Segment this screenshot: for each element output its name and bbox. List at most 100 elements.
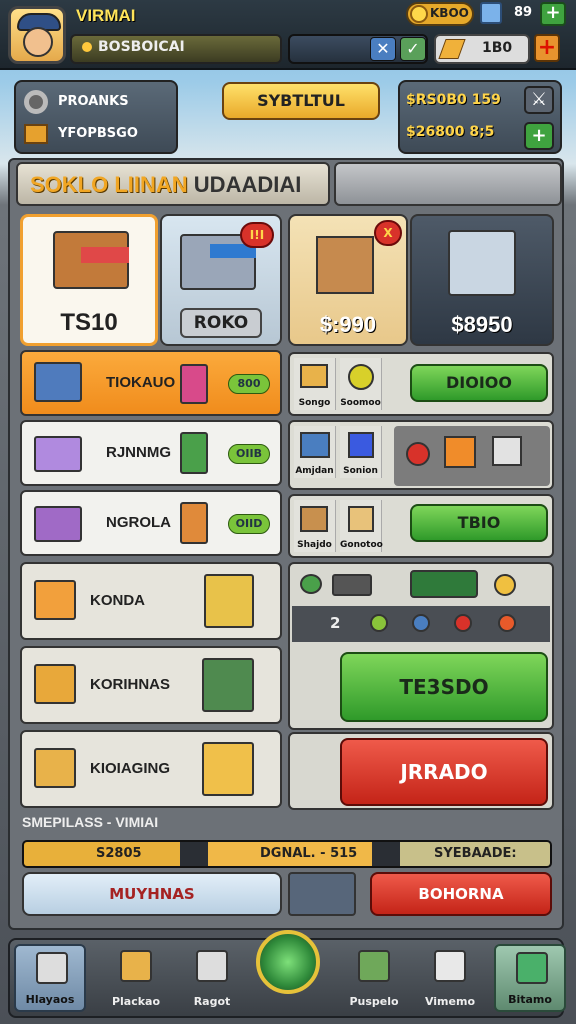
- green-fruit-icon: [370, 614, 388, 632]
- big-green-button[interactable]: TE3SDO: [340, 652, 548, 722]
- right-row-5: JRRADO: [288, 732, 554, 810]
- gold-value: KBOO: [430, 6, 469, 20]
- mini-slot-6[interactable]: Gonotoo: [340, 500, 383, 552]
- shop-card-2[interactable]: I!I ROKO: [160, 214, 282, 346]
- energy-icon: [438, 39, 466, 59]
- settings-small-button[interactable]: ✕: [370, 37, 396, 61]
- panel-title: SOKLO LIINAN UDAADIAI: [16, 162, 330, 206]
- center-action-button[interactable]: [256, 930, 320, 994]
- shop-row-2[interactable]: RJNNMG OIIB: [20, 420, 282, 486]
- mini-slot-6-label: Gonotoo: [340, 540, 383, 550]
- shop-card-1[interactable]: TS10: [20, 214, 158, 346]
- right-row-3: Shajdo Gonotoo TBIO: [288, 494, 554, 558]
- add-energy-button[interactable]: +: [534, 34, 560, 62]
- check-small-button[interactable]: ✓: [400, 37, 426, 61]
- mini-slot-3[interactable]: Amjdan: [294, 426, 336, 478]
- name-input[interactable]: MUYHNAS: [22, 872, 282, 916]
- player-avatar[interactable]: [8, 6, 66, 64]
- nav-place[interactable]: Plackao: [100, 944, 172, 1012]
- shop-row-6[interactable]: KIOIAGING: [20, 730, 282, 808]
- market-cart-icon: [202, 658, 254, 712]
- mini-slot-1[interactable]: Songo: [294, 358, 336, 410]
- right-row-3-button[interactable]: TBIO: [410, 504, 548, 542]
- panel-title-rest: UDAADIAI: [193, 172, 302, 197]
- right-row-4: 2 TE3SDO: [288, 562, 554, 730]
- gold-coin-icon: [410, 5, 428, 23]
- face-icon: [23, 27, 53, 57]
- big-red-button[interactable]: JRRADO: [340, 738, 548, 806]
- tool-icon[interactable]: ⚔: [524, 86, 554, 114]
- add-money-button[interactable]: +: [524, 122, 554, 150]
- nav-puspelo-label: Puspelo: [349, 995, 399, 1008]
- gem-slot-icon[interactable]: [410, 570, 478, 598]
- vending-icon: [180, 432, 208, 474]
- orange-crate-icon[interactable]: [444, 436, 476, 468]
- nav-home[interactable]: Hlayaos: [14, 944, 86, 1012]
- blue-box-icon: [348, 432, 374, 458]
- player-subtitle-bar: BOSBOICAI: [70, 34, 282, 64]
- mini-slot-3-label: Amjdan: [295, 466, 334, 476]
- status-button[interactable]: SYBTLTUL: [222, 82, 380, 120]
- nav-report-label: Ragot: [193, 995, 231, 1008]
- card-3-badge: X: [374, 220, 402, 246]
- mini-slot-5[interactable]: Shajdo: [294, 500, 336, 552]
- shop-row-1-label: TIOKAUO: [106, 374, 176, 391]
- box-icon: [300, 506, 328, 532]
- gear-icon: [24, 90, 48, 114]
- battery-icon: [332, 574, 372, 596]
- red-fruit-icon: [454, 614, 472, 632]
- food-cart-icon: [202, 742, 254, 796]
- nav-bitamo[interactable]: Bitamo: [494, 944, 566, 1012]
- shop-row-4[interactable]: KONDA: [20, 562, 282, 640]
- shop-row-3-icon: [34, 506, 82, 542]
- apple-icon[interactable]: [406, 442, 430, 466]
- nav-puspelo[interactable]: Puspelo: [338, 944, 410, 1012]
- blue-fruit-icon: [412, 614, 430, 632]
- gem-counter[interactable]: 89: [480, 2, 536, 26]
- bottom-red-button[interactable]: BOHORNA: [370, 872, 552, 916]
- leaf-icon[interactable]: [300, 574, 322, 594]
- house-icon: [36, 952, 68, 984]
- shop-row-2-price: OIIB: [228, 444, 270, 464]
- bread-icon: [300, 364, 328, 388]
- add-currency-button[interactable]: +: [540, 2, 566, 26]
- card-2-badge: I!I: [240, 222, 274, 248]
- title-right-slot: [334, 162, 562, 206]
- progress-left-value: S2805: [96, 846, 142, 861]
- nav-home-label: Hlayaos: [25, 993, 75, 1006]
- green-box-icon: [358, 950, 390, 982]
- hammer-icon: [348, 506, 374, 532]
- silver-crate-icon: [448, 230, 516, 296]
- coin-icon[interactable]: [494, 574, 516, 596]
- gray-slot: [288, 872, 356, 916]
- money-panel: $RS0B0 159 $26800 8;5 ⚔ +: [398, 80, 562, 154]
- storefront-icon: [120, 950, 152, 982]
- shop-row-3-label: NGROLA: [106, 514, 171, 531]
- shop-card-4[interactable]: $8950: [410, 214, 554, 346]
- fruit-icon: [348, 364, 374, 390]
- orange-fruit-icon: [498, 614, 516, 632]
- mini-slot-2[interactable]: Soomoo: [340, 358, 382, 410]
- resource-label-1: PROANKS: [58, 94, 129, 109]
- vending-icon-2: [180, 502, 208, 544]
- shop-row-3-price: OIID: [228, 514, 270, 534]
- right-row-1-button[interactable]: DIOIOO: [410, 364, 548, 402]
- section-label: SMEPILASS - VIMIAI: [22, 814, 159, 830]
- player-subtitle: BOSBOICAI: [98, 39, 185, 55]
- nav-vimemo[interactable]: Vimemo: [414, 944, 486, 1012]
- energy-counter[interactable]: 1B0: [434, 34, 530, 64]
- crate-icon: [316, 236, 374, 294]
- shop-row-5-label: KORIHNAS: [90, 676, 171, 693]
- mini-slot-1-label: Songo: [298, 398, 331, 408]
- shop-row-5[interactable]: KORIHNAS: [20, 646, 282, 724]
- dice-icon[interactable]: [492, 436, 522, 466]
- shop-row-1-price: 800: [228, 374, 270, 394]
- progress-mid: DGNAL. - 515: [208, 842, 372, 866]
- shop-card-3[interactable]: X $:990: [288, 214, 408, 346]
- shop-row-3[interactable]: NGROLA OIID: [20, 490, 282, 556]
- shop-row-1[interactable]: TIOKAUO 800: [20, 350, 282, 416]
- mini-slot-4[interactable]: Sonion: [340, 426, 382, 478]
- gold-counter[interactable]: KBOO: [406, 2, 474, 26]
- shop-row-2-icon: [34, 436, 82, 472]
- nav-report[interactable]: Ragot: [176, 944, 248, 1012]
